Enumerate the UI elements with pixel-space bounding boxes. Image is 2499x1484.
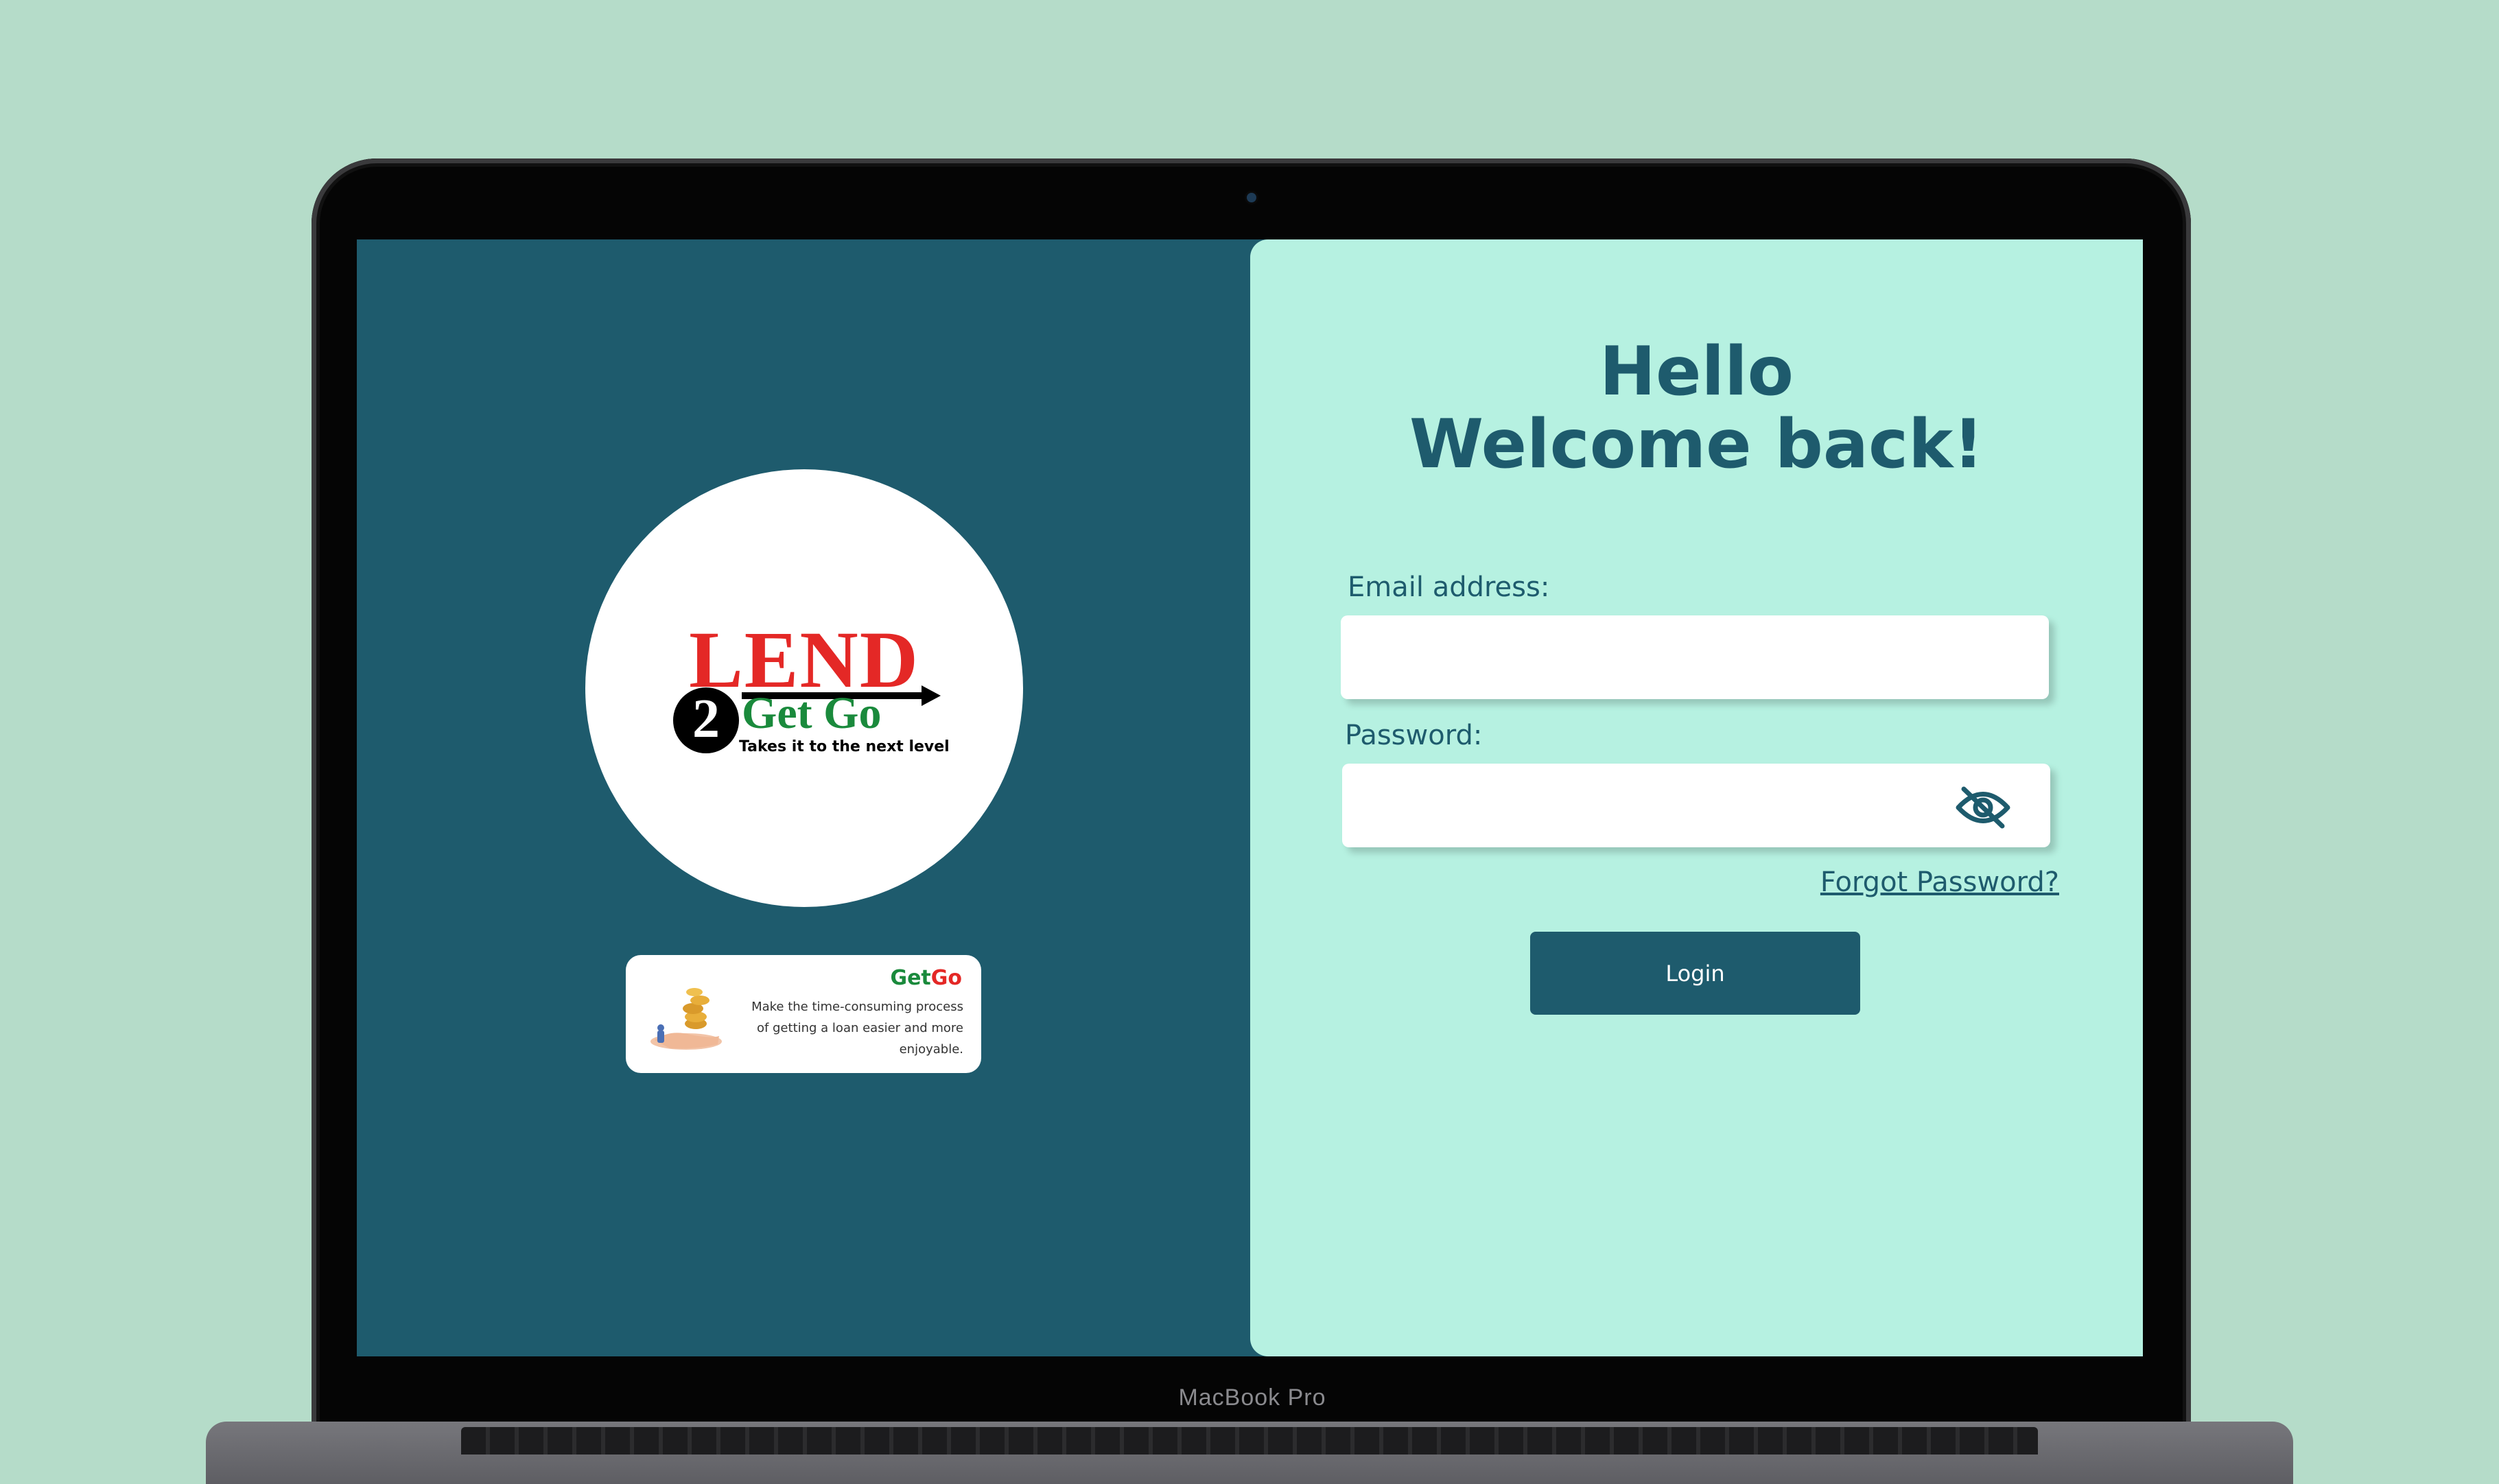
greeting-line-1: Hello [1599, 333, 1794, 411]
logo-tagline: Takes it to the next level [739, 738, 950, 755]
forgot-password-link[interactable]: Forgot Password? [1820, 867, 2059, 898]
email-field[interactable] [1341, 615, 2049, 699]
device-label: MacBook Pro [1178, 1385, 1326, 1411]
promo-brand-go: Go [930, 966, 962, 990]
app-screen: LEND 2 Get Go Takes it to the next level… [357, 239, 2143, 1356]
login-panel: Hello Welcome back! Email address: Passw… [1250, 239, 2143, 1356]
logo-name: Get Go [742, 688, 882, 738]
laptop-keyboard [461, 1427, 2038, 1454]
password-label: Password: [1345, 720, 1483, 751]
promo-description: Make the time-consuming process of getti… [751, 1000, 963, 1057]
camera-dot [1247, 193, 1256, 202]
promo-brand: GetGo [890, 966, 962, 990]
email-label: Email address: [1348, 572, 1550, 603]
greeting-line-2: Welcome back! [1409, 405, 1984, 484]
greeting: Hello Welcome back! [1250, 335, 2143, 481]
promo-card: GetGo Make the time-consuming process of… [626, 955, 981, 1073]
promo-brand-get: Get [890, 966, 931, 990]
login-button[interactable]: Login [1530, 932, 1860, 1015]
logo-numeral: 2 [673, 687, 739, 753]
eye-off-icon[interactable] [1954, 784, 2012, 832]
logo-arrow-icon [922, 685, 941, 706]
coins-hand-illustration [650, 988, 722, 1050]
password-field[interactable] [1342, 764, 2050, 847]
brand-logo: LEND 2 Get Go Takes it to the next level [585, 469, 1023, 907]
